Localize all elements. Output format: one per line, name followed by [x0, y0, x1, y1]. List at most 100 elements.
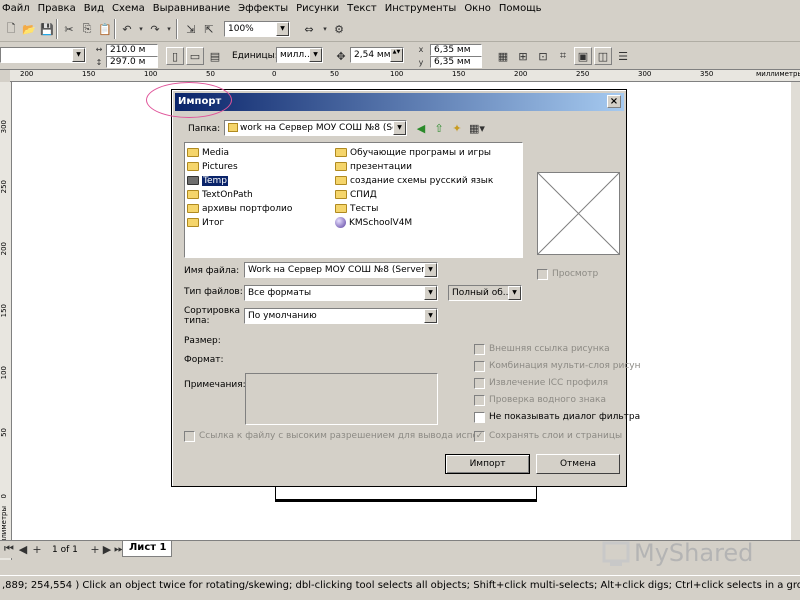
folder-icon: [187, 218, 199, 227]
list-item[interactable]: архивы портфолио: [187, 202, 292, 215]
new-folder-icon[interactable]: ✦: [448, 119, 466, 137]
watermark-check-label: Проверка водного знака: [489, 395, 607, 405]
snap-objects-icon[interactable]: ⊡: [534, 47, 552, 65]
list-item[interactable]: Pictures: [187, 160, 238, 173]
filetype-combo[interactable]: Все форматы ▼: [244, 285, 438, 301]
cancel-button[interactable]: Отмена: [536, 454, 620, 474]
dynamic-guides-icon[interactable]: ⌗: [554, 47, 572, 65]
combine-layers-checkbox[interactable]: [474, 361, 485, 372]
copy-icon[interactable]: ⎘: [78, 20, 96, 38]
height-field[interactable]: 297.0 м: [106, 56, 158, 68]
options-icon[interactable]: ◫: [594, 47, 612, 65]
page-options-icon[interactable]: ☰: [614, 47, 632, 65]
up-folder-icon[interactable]: ⇧: [430, 119, 448, 137]
menu-item[interactable]: Выравнивание: [153, 3, 230, 14]
menu-item[interactable]: Эффекты: [238, 3, 288, 14]
treat-as-filled-icon[interactable]: ▣: [574, 47, 592, 65]
dialog-titlebar[interactable]: Импорт ×: [175, 93, 624, 111]
separator: [56, 19, 58, 39]
chevron-down-icon[interactable]: ▼: [393, 121, 406, 135]
list-item[interactable]: TextOnPath: [187, 188, 253, 201]
external-link-label: Внешняя ссылка рисунка: [489, 344, 610, 354]
zoom-value: 100%: [228, 24, 254, 34]
app-launcher-icon[interactable]: ⚙: [330, 20, 348, 38]
chevron-down-icon[interactable]: ▼: [424, 286, 437, 300]
filename-combo[interactable]: Work на Сервер МОУ СОШ №8 (Server1) ▼: [244, 262, 438, 278]
spinner-icon[interactable]: ▲▼: [390, 48, 403, 62]
new-document-icon[interactable]: 🗋: [2, 20, 20, 38]
first-page-icon[interactable]: ⏮: [2, 541, 16, 557]
save-icon[interactable]: 💾: [38, 20, 56, 38]
chevron-down-icon[interactable]: ▼: [72, 48, 85, 62]
dup-x-field[interactable]: 6,35 мм: [430, 44, 482, 56]
vertical-scrollbar[interactable]: [791, 82, 800, 540]
menu-item[interactable]: Инструменты: [385, 3, 457, 14]
sort-combo[interactable]: По умолчанию ▼: [244, 308, 438, 324]
dup-y-field[interactable]: 6,35 мм: [430, 56, 482, 68]
menu-item[interactable]: Вид: [84, 3, 104, 14]
ruler-tick: 50: [0, 428, 8, 437]
chevron-down-icon[interactable]: ▼: [424, 309, 437, 323]
export-icon[interactable]: ⇱: [200, 20, 218, 38]
view-menu-icon[interactable]: ▦▾: [468, 119, 486, 137]
width-field[interactable]: 210.0 м: [106, 44, 158, 56]
file-list[interactable]: Media Pictures Temp TextOnPath архивы по…: [184, 142, 523, 258]
list-item[interactable]: KMSchoolV4M: [335, 216, 412, 229]
keep-layers-checkbox[interactable]: ✓: [474, 431, 485, 442]
close-button[interactable]: ×: [607, 95, 621, 108]
external-link-checkbox[interactable]: [474, 344, 485, 355]
zoom-combo[interactable]: 100% ▼: [224, 21, 290, 37]
snap-grid-icon[interactable]: ▦: [494, 47, 512, 65]
file-name: презентации: [350, 161, 412, 172]
menu-item[interactable]: Схема: [112, 3, 145, 14]
vertical-ruler[interactable]: 300 250 200 150 100 50 0 миллиметры: [0, 82, 12, 560]
list-item[interactable]: создание схемы русский язык: [335, 174, 493, 187]
list-item[interactable]: СПИД: [335, 188, 377, 201]
nudge-field[interactable]: 2,54 мм ▲▼: [350, 47, 404, 63]
snap-guides-icon[interactable]: ⊞: [514, 47, 532, 65]
portrait-icon[interactable]: ▯: [166, 47, 184, 65]
prev-page-icon[interactable]: ◀: [16, 541, 30, 557]
menu-item[interactable]: Правка: [38, 3, 76, 14]
hires-link-checkbox[interactable]: [184, 431, 195, 442]
paper-type-combo[interactable]: ▼: [0, 47, 86, 63]
back-icon[interactable]: ◀: [412, 119, 430, 137]
chevron-down-icon[interactable]: ▼: [424, 263, 437, 277]
import-icon[interactable]: ⇲: [182, 20, 200, 38]
menu-item[interactable]: Помощь: [499, 3, 542, 14]
preview-checkbox[interactable]: [537, 269, 548, 280]
chevron-down-icon[interactable]: ▼: [276, 22, 289, 36]
folder-icon: [187, 148, 199, 157]
list-item[interactable]: Media: [187, 146, 229, 159]
ruler-tick: 50: [330, 70, 339, 78]
page-layout-icon[interactable]: ▤: [206, 47, 224, 65]
import-button[interactable]: Импорт: [445, 454, 530, 474]
menu-item[interactable]: Рисунки: [296, 3, 339, 14]
units-combo[interactable]: милл... ▼: [276, 47, 323, 63]
list-item[interactable]: Обучающие програмы и игры: [335, 146, 491, 159]
dup-y-value: 6,35 мм: [434, 57, 471, 67]
horizontal-ruler[interactable]: 200 150 100 50 0 50 100 150 200 250 300 …: [10, 70, 800, 82]
folder-combo[interactable]: work на Сервер МОУ СОШ №8 (Ser ▼: [224, 120, 407, 136]
chevron-down-icon[interactable]: ▼: [309, 48, 322, 62]
ruler-tick: 200: [514, 70, 528, 78]
dup-x-value: 6,35 мм: [434, 45, 471, 55]
tab-page-1[interactable]: Лист 1: [122, 541, 172, 557]
open-icon[interactable]: 📂: [20, 20, 38, 38]
menu-item[interactable]: Файл: [2, 3, 30, 14]
watermark-check-checkbox[interactable]: [474, 395, 485, 406]
list-item[interactable]: Итог: [187, 216, 224, 229]
menu-item[interactable]: Окно: [464, 3, 491, 14]
list-item[interactable]: Тесты: [335, 202, 378, 215]
extract-icc-checkbox[interactable]: [474, 378, 485, 389]
menu-item[interactable]: Текст: [347, 3, 377, 14]
add-page-icon[interactable]: +: [30, 541, 44, 557]
full-image-combo[interactable]: Полный об... ▼: [448, 285, 522, 301]
paste-icon[interactable]: 📋: [96, 20, 114, 38]
hide-filter-dialog-checkbox[interactable]: [474, 412, 485, 423]
list-item[interactable]: Temp: [187, 174, 228, 187]
cut-icon[interactable]: ✂: [60, 20, 78, 38]
chevron-down-icon[interactable]: ▼: [508, 286, 521, 300]
list-item[interactable]: презентации: [335, 160, 412, 173]
landscape-icon[interactable]: ▭: [186, 47, 204, 65]
